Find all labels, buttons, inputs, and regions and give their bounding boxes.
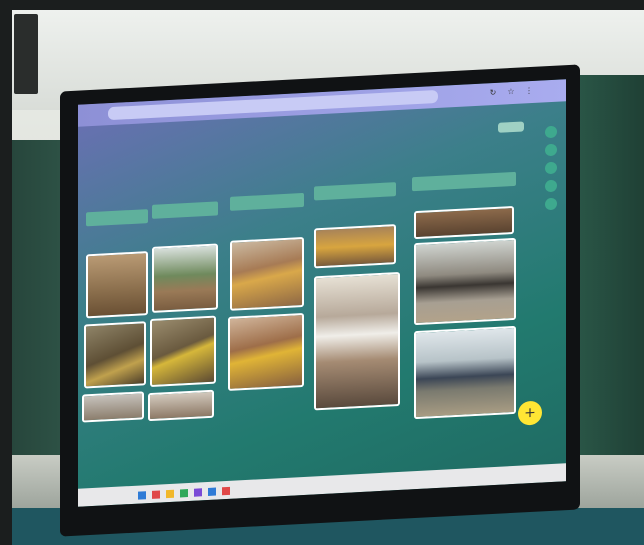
app-icon[interactable]	[166, 489, 174, 499]
photo-card[interactable]	[314, 271, 400, 411]
photo-border-left	[0, 0, 12, 545]
share-button[interactable]	[498, 121, 524, 133]
tv-brand-logo	[64, 432, 124, 442]
side-toolbar	[542, 120, 560, 217]
photo-border-top	[0, 0, 644, 10]
app-icon[interactable]	[222, 486, 230, 496]
tool-icon[interactable]	[545, 197, 557, 211]
photo	[84, 393, 142, 421]
photo	[316, 274, 398, 409]
photo-card[interactable]	[230, 236, 304, 311]
photo-card[interactable]	[414, 237, 516, 326]
app-icon[interactable]	[194, 488, 202, 497]
column-header[interactable]	[86, 209, 148, 227]
photo	[232, 239, 302, 309]
app-icon[interactable]	[208, 487, 216, 496]
menu-icon[interactable]: ⋮	[524, 86, 534, 97]
photo	[150, 391, 212, 420]
star-icon[interactable]: ☆	[506, 87, 516, 98]
photo-card[interactable]	[84, 321, 146, 389]
photo	[416, 239, 514, 324]
photo-card[interactable]	[82, 391, 144, 423]
photo-card[interactable]	[314, 224, 396, 269]
photo	[416, 327, 514, 418]
app-icon[interactable]	[152, 490, 160, 499]
photo	[416, 208, 512, 238]
column-header[interactable]	[152, 201, 218, 219]
column-header[interactable]	[314, 182, 396, 201]
photo-card[interactable]	[148, 389, 214, 422]
photo-card[interactable]	[86, 251, 148, 319]
photo-card[interactable]	[152, 243, 218, 313]
photo-card[interactable]	[414, 325, 516, 420]
photo-card[interactable]	[228, 312, 304, 391]
photo	[316, 226, 394, 267]
classroom-photo: ↻ ☆ ⋮ +	[0, 0, 644, 545]
tv-screen: ↻ ☆ ⋮ +	[78, 79, 566, 507]
speaker-icon	[14, 14, 38, 94]
column-header[interactable]	[230, 192, 304, 211]
app-icon[interactable]	[180, 489, 188, 498]
photo	[152, 317, 214, 385]
photo	[154, 245, 216, 311]
tool-icon[interactable]	[545, 161, 557, 175]
photo	[86, 323, 144, 387]
tool-icon[interactable]	[545, 125, 557, 139]
photo	[88, 253, 146, 317]
column-header[interactable]	[412, 171, 516, 192]
photo-card[interactable]	[414, 205, 514, 240]
tool-icon[interactable]	[545, 143, 557, 157]
photo	[230, 315, 302, 389]
refresh-icon[interactable]: ↻	[488, 88, 498, 99]
tool-icon[interactable]	[545, 179, 557, 193]
photo-card[interactable]	[150, 315, 216, 388]
plus-icon[interactable]: +	[518, 400, 542, 426]
app-icon[interactable]	[138, 491, 146, 500]
